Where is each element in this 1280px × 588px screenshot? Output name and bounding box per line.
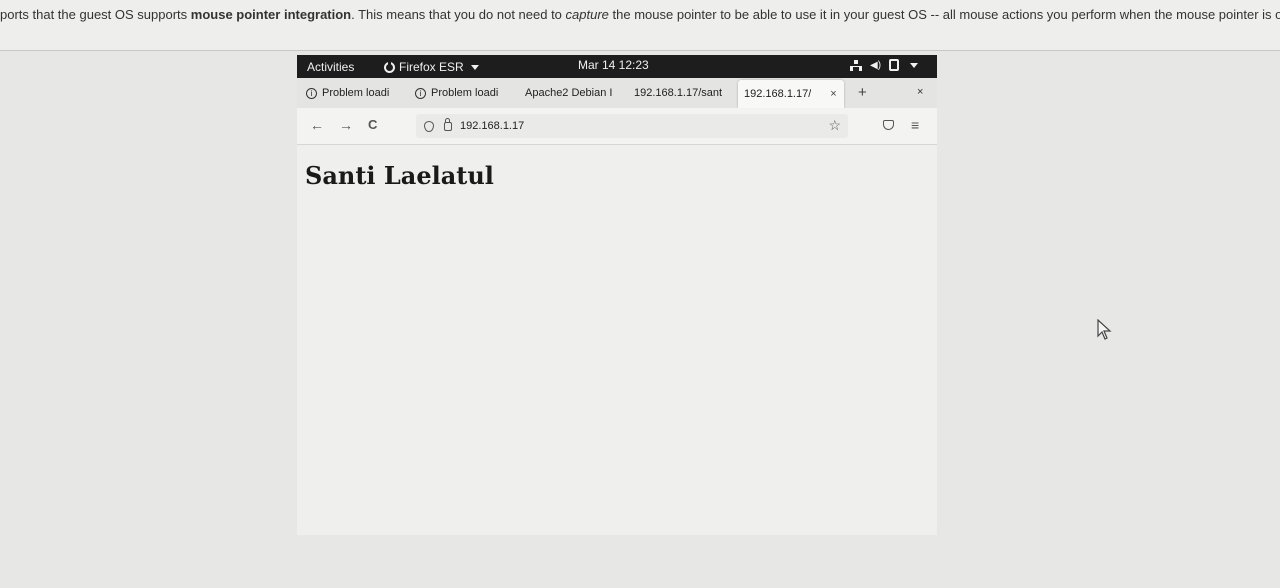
- activities-button[interactable]: Activities: [307, 60, 354, 74]
- window-close-button[interactable]: ×: [917, 86, 923, 98]
- reload-button[interactable]: C: [368, 117, 377, 132]
- tab-label: Problem loadi: [431, 87, 499, 99]
- power-icon: [889, 59, 900, 71]
- gnome-top-bar: Activities Firefox ESR Mar 14 12:23 ◀): [297, 55, 937, 78]
- system-tray[interactable]: ◀): [850, 59, 919, 71]
- navigation-bar: ← → C 192.168.1.17 ☆ ≡: [297, 108, 937, 145]
- page-content: Santi Laelatul: [297, 145, 937, 535]
- notice-bold-text: mouse pointer integration: [190, 7, 352, 22]
- url-bar[interactable]: 192.168.1.17 ☆: [416, 114, 848, 138]
- tab-label: 192.168.1.17/sant: [634, 87, 723, 99]
- forward-button[interactable]: →: [339, 117, 353, 133]
- network-icon: [850, 59, 862, 71]
- tab-label: 192.168.1.17/: [744, 88, 812, 100]
- firefox-icon: [384, 60, 395, 73]
- tab-label: Problem loadi: [322, 87, 390, 99]
- tab-problem-loading-1[interactable]: i Problem loadi: [306, 78, 401, 108]
- tab-problem-loading-2[interactable]: i Problem loadi: [415, 78, 507, 108]
- tab-active[interactable]: 192.168.1.17/ ×: [738, 80, 844, 108]
- notice-italic-text: capture: [565, 7, 609, 22]
- back-button[interactable]: ←: [310, 117, 324, 133]
- volume-icon: ◀): [870, 59, 882, 71]
- tab-strip: i Problem loadi i Problem loadi Apache2 …: [297, 78, 937, 108]
- url-text[interactable]: 192.168.1.17: [460, 120, 524, 132]
- notice-text-part: the mouse pointer to be able to use it i…: [608, 7, 1280, 22]
- notice-text-part: . This means that you do not need to: [351, 7, 566, 22]
- hamburger-menu-icon[interactable]: ≡: [911, 117, 919, 133]
- app-menu-label: Firefox ESR: [399, 60, 464, 74]
- tab-label: Apache2 Debian I: [525, 87, 613, 99]
- chevron-down-icon: [910, 62, 919, 68]
- app-menu[interactable]: Firefox ESR: [384, 60, 479, 74]
- bookmark-star-icon[interactable]: ☆: [828, 117, 841, 134]
- lock-icon[interactable]: [444, 117, 452, 131]
- new-tab-button[interactable]: +: [858, 84, 867, 101]
- clock[interactable]: Mar 14 12:23: [578, 58, 649, 72]
- guest-screen: Activities Firefox ESR Mar 14 12:23 ◀) i…: [297, 55, 937, 535]
- close-tab-icon[interactable]: ×: [830, 88, 836, 100]
- mouse-cursor-icon: [1097, 319, 1112, 340]
- info-icon: i: [415, 87, 426, 99]
- page-heading: Santi Laelatul: [305, 161, 494, 190]
- info-icon: i: [306, 87, 317, 99]
- notification-text: ports that the guest OS supports mouse p…: [0, 7, 1280, 22]
- host-notification-bar: ports that the guest OS supports mouse p…: [0, 0, 1280, 51]
- pocket-icon[interactable]: [883, 120, 894, 130]
- shield-icon[interactable]: [424, 120, 434, 132]
- chevron-down-icon: [470, 64, 479, 70]
- notice-text-part: ports that the guest OS supports: [0, 7, 191, 22]
- tab-apache2-debian[interactable]: Apache2 Debian I: [525, 78, 613, 108]
- tab-santi-page[interactable]: 192.168.1.17/sant: [634, 78, 726, 108]
